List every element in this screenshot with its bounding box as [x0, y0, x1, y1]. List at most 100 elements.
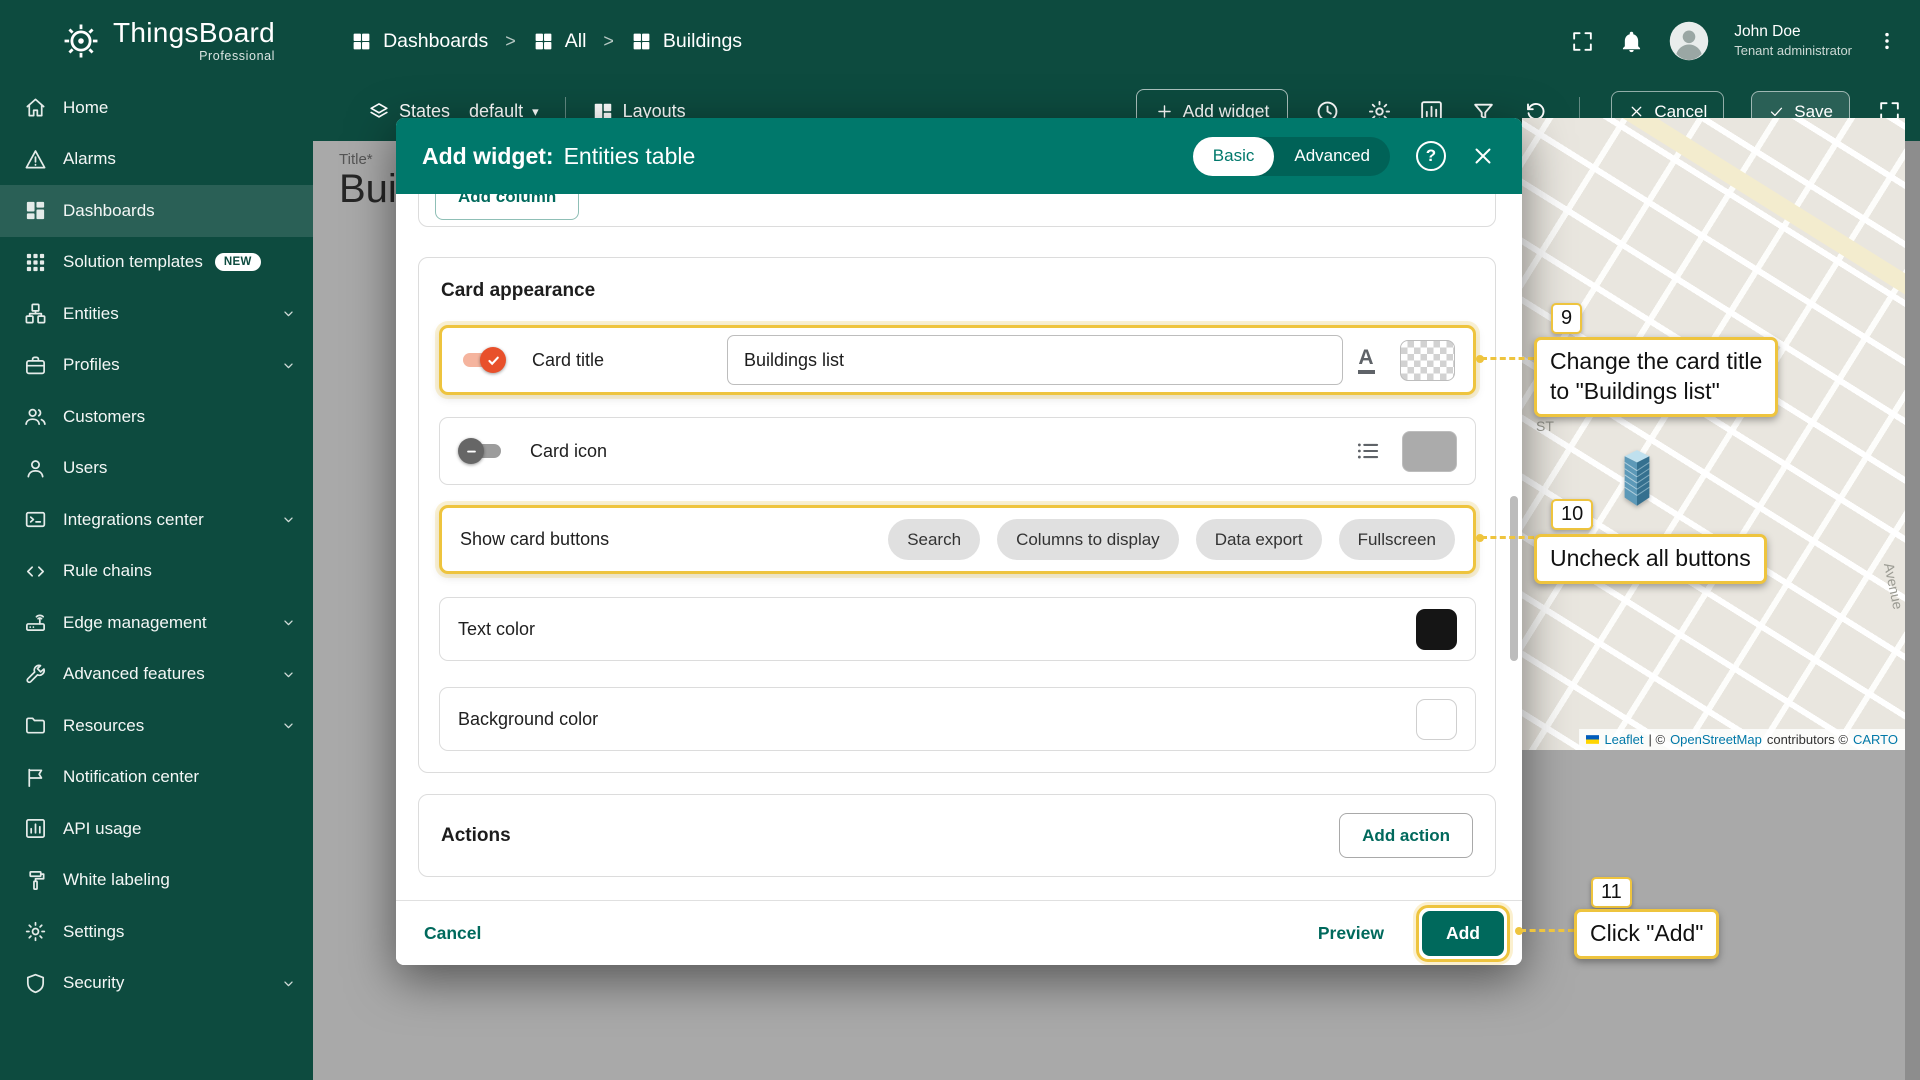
columns-section-clipped: Add column — [418, 194, 1496, 227]
breadcrumb-item-all[interactable]: All — [533, 30, 587, 53]
card-button-chip-data-export[interactable]: Data export — [1196, 519, 1322, 560]
api-icon — [24, 817, 47, 840]
security-icon — [24, 972, 47, 995]
annotation-text: Uncheck all buttons — [1550, 544, 1751, 574]
card-appearance-section: Card appearance Card title A — [418, 257, 1496, 773]
text-color-swatch[interactable] — [1416, 609, 1457, 650]
preview-button[interactable]: Preview — [1318, 923, 1384, 944]
toggle-knob — [480, 347, 506, 373]
carto-link[interactable]: CARTO — [1853, 732, 1898, 747]
breadcrumb-item-dashboards[interactable]: Dashboards — [351, 30, 488, 53]
dialog-scrollbar[interactable] — [1510, 496, 1518, 661]
icon-list-icon[interactable] — [1348, 431, 1388, 471]
sidebar-nav: Home Alarms DashboardsSolution templatesNE… — [0, 82, 313, 1080]
sidebar-item-users[interactable]: Users — [0, 443, 313, 495]
sidebar-item-customers[interactable]: Customers — [0, 391, 313, 443]
widget-title-input[interactable]: Bui — [339, 167, 397, 212]
sidebar-item-dashboards[interactable]: Dashboards — [0, 185, 313, 237]
sidebar-item-settings[interactable]: Settings — [0, 906, 313, 958]
sidebar-item-resources[interactable]: Resources — [0, 700, 313, 752]
sidebar-item-rule-chains[interactable]: Rule chains — [0, 546, 313, 598]
background-color-controls — [1416, 699, 1457, 740]
show-card-buttons-label: Show card buttons — [460, 529, 609, 550]
chevron-down-icon — [280, 666, 297, 683]
sidebar-item-label: Edge management — [63, 613, 207, 633]
header-actions: John Doe Tenant administrator — [1570, 20, 1920, 62]
avatar[interactable] — [1668, 20, 1710, 62]
sidebar-item-integrations-center[interactable]: Integrations center — [0, 494, 313, 546]
add-column-button[interactable]: Add column — [435, 194, 579, 220]
font-settings-icon[interactable]: A — [1346, 340, 1386, 380]
brand-logo: ThingsBoard Professional — [0, 19, 275, 63]
title-color-swatch[interactable] — [1400, 340, 1455, 381]
annotation-text: Click "Add" — [1590, 919, 1703, 949]
sidebar-item-alarms[interactable]: Alarms — [0, 134, 313, 186]
fullscreen-icon[interactable] — [1570, 29, 1595, 54]
card-title-toggle[interactable] — [460, 347, 506, 373]
help-button[interactable]: ? — [1416, 141, 1446, 171]
close-icon[interactable] — [1470, 143, 1496, 169]
notifications-bell-icon[interactable] — [1619, 29, 1644, 54]
screen: ThingsBoard Professional Dashboards > Al… — [0, 0, 1920, 1080]
tab-basic[interactable]: Basic — [1193, 137, 1275, 176]
leaflet-link[interactable]: Leaflet — [1604, 732, 1643, 747]
annotation-connector-9 — [1481, 357, 1534, 360]
add-action-button[interactable]: Add action — [1339, 813, 1473, 858]
more-menu-icon[interactable] — [1876, 30, 1898, 52]
customers-icon — [24, 405, 47, 428]
user-name: John Doe — [1734, 22, 1852, 42]
sidebar-item-security[interactable]: Security — [0, 958, 313, 1010]
icon-color-swatch[interactable] — [1402, 431, 1457, 472]
breadcrumb-item-buildings[interactable]: Buildings — [631, 30, 742, 53]
sidebar-item-label: White labeling — [63, 870, 170, 890]
sidebar-item-label: Alarms — [63, 149, 116, 169]
breadcrumb-label: Dashboards — [383, 30, 488, 53]
top-header: ThingsBoard Professional Dashboards > Al… — [0, 0, 1920, 82]
card-icon-toggle[interactable] — [458, 438, 504, 464]
card-button-chip-fullscreen[interactable]: Fullscreen — [1339, 519, 1455, 560]
rule-chains-icon — [24, 560, 47, 583]
text-color-label: Text color — [458, 619, 535, 640]
card-button-chip-search[interactable]: Search — [888, 519, 980, 560]
openstreetmap-link[interactable]: OpenStreetMap — [1670, 732, 1762, 747]
background-color-swatch[interactable] — [1416, 699, 1457, 740]
breadcrumb-label: All — [565, 30, 587, 53]
edge-icon — [24, 611, 47, 634]
map-roads — [1522, 118, 1905, 750]
leaflet-flag-icon — [1586, 735, 1599, 744]
card-button-chip-columns-to-display[interactable]: Columns to display — [997, 519, 1179, 560]
map-widget[interactable]: ST Avenue Leaflet | © OpenStreetMap cont… — [1522, 118, 1905, 750]
chevron-down-icon — [280, 511, 297, 528]
chevron-down-icon — [280, 357, 297, 374]
dialog-title: Add widget: Entities table — [422, 143, 695, 170]
white-labeling-icon — [24, 869, 47, 892]
background-color-row: Background color — [439, 687, 1476, 751]
cancel-button[interactable]: Cancel — [424, 923, 481, 944]
sidebar-item-label: Integrations center — [63, 510, 204, 530]
sidebar-item-label: API usage — [63, 819, 141, 839]
tab-advanced[interactable]: Advanced — [1274, 137, 1390, 176]
sidebar-item-solution-templates[interactable]: Solution templatesNEW — [0, 237, 313, 289]
card-title-input[interactable] — [727, 335, 1343, 385]
attribution-text: contributors © — [1767, 732, 1848, 747]
sidebar-item-home[interactable]: Home — [0, 82, 313, 134]
sidebar-item-api-usage[interactable]: API usage — [0, 803, 313, 855]
annotation-callout-9: Change the card title to "Buildings list… — [1534, 337, 1778, 417]
sidebar-item-notification-center[interactable]: Notification center — [0, 752, 313, 804]
integrations-icon — [24, 508, 47, 531]
chevron-down-icon — [280, 305, 297, 322]
sidebar-item-edge-management[interactable]: Edge management — [0, 597, 313, 649]
thingsboard-logo-icon — [60, 20, 102, 62]
sidebar-item-white-labeling[interactable]: White labeling — [0, 855, 313, 907]
show-card-buttons-row: Show card buttons Search Columns to displ… — [439, 505, 1476, 574]
sidebar-item-entities[interactable]: Entities — [0, 288, 313, 340]
add-button-highlight: Add — [1416, 905, 1510, 962]
widget-title-label: Title* — [339, 151, 373, 168]
chevron-down-icon — [280, 614, 297, 631]
sidebar-item-profiles[interactable]: Profiles — [0, 340, 313, 392]
add-button[interactable]: Add — [1422, 911, 1504, 956]
brand-subtitle: Professional — [199, 50, 275, 63]
page-scrollbar-track — [1905, 141, 1920, 1080]
sidebar-item-advanced-features[interactable]: Advanced features — [0, 649, 313, 701]
brand-text: ThingsBoard Professional — [113, 19, 275, 63]
